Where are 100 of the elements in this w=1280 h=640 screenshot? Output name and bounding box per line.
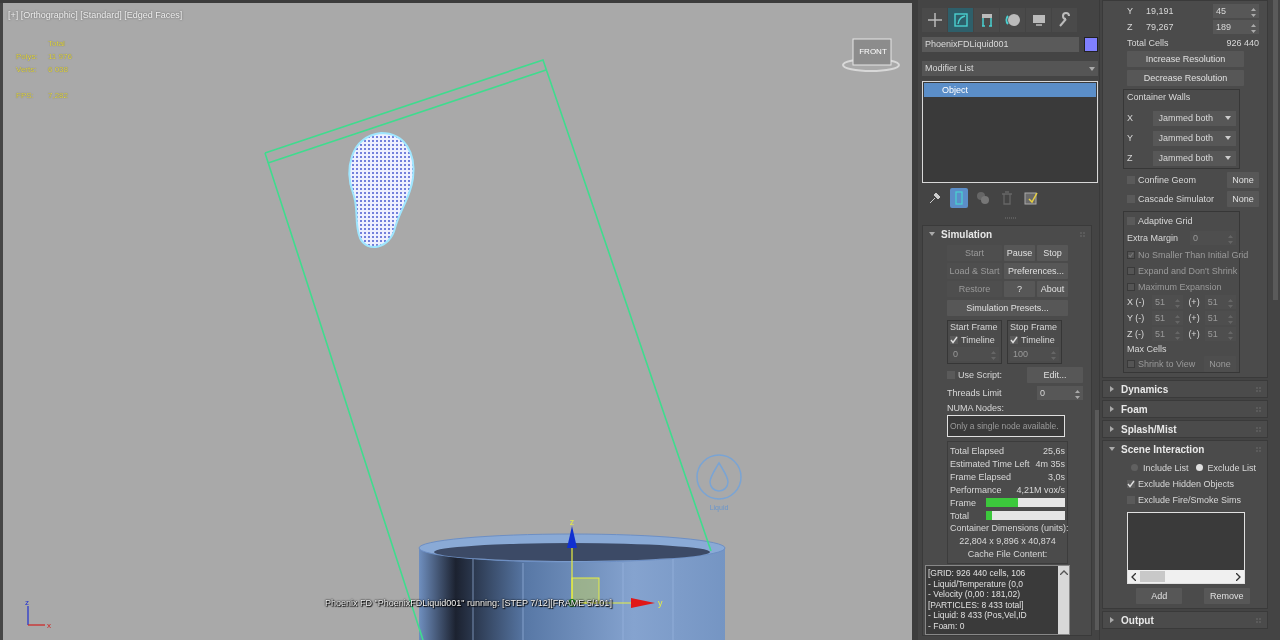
rollout-header[interactable]: Dynamics	[1103, 381, 1267, 397]
spinner-icon	[1175, 315, 1181, 324]
scroll-right-icon[interactable]	[1236, 572, 1241, 581]
command-panel-tab[interactable]	[974, 8, 999, 32]
command-panel-tab[interactable]	[922, 8, 947, 32]
checkbox[interactable]	[1127, 250, 1135, 259]
cache-content-line: [GRID: 926 440 cells, 106	[928, 568, 1027, 579]
threads-limit-field[interactable]: 0	[1037, 386, 1083, 400]
expand-arrow-icon[interactable]	[1109, 426, 1115, 432]
command-panel-tab[interactable]	[948, 8, 973, 32]
numa-nodes-field[interactable]: Only a single node available.	[947, 415, 1065, 437]
spinner-icon	[1175, 299, 1181, 308]
total-cells-value: 926 440	[1226, 38, 1259, 48]
pick-object-button[interactable]: None	[1227, 172, 1259, 188]
list-action-button[interactable]: Add	[1136, 588, 1183, 604]
spinner-icon	[1251, 24, 1256, 33]
stats-label: Polys:	[16, 51, 39, 63]
radio-button[interactable]	[1195, 464, 1203, 471]
expand-arrow-icon[interactable]	[1109, 617, 1115, 623]
cache-content-line: - Liquid/Temperature (0,0	[928, 578, 1024, 589]
object-list[interactable]	[1127, 512, 1245, 584]
caret-icon	[1225, 156, 1231, 160]
modifier-list-dropdown[interactable]: Modifier List	[922, 61, 1098, 76]
cell-count-field[interactable]: 45	[1213, 4, 1259, 18]
total-cells-label: Total Cells	[1127, 38, 1170, 48]
axis-label: Z	[1127, 22, 1134, 32]
scroll-left-icon[interactable]	[1131, 572, 1136, 581]
checkbox-label: Maximum Expansion	[1138, 281, 1222, 292]
max-cells-label: Max Cells	[1127, 344, 1168, 354]
rollout-header[interactable]: Splash/Mist	[1103, 421, 1267, 437]
rollout-title[interactable]: Simulation	[941, 228, 1074, 240]
command-panel-tab[interactable]	[1052, 8, 1077, 32]
simulation-button[interactable]: Preferences...	[1004, 263, 1068, 279]
collapse-arrow-icon[interactable]	[1109, 446, 1115, 452]
stats-label: Verts:	[16, 64, 38, 76]
stat-value: 4m 35s	[1035, 458, 1065, 469]
viewcube-drawing[interactable]	[842, 38, 900, 72]
object-name-field[interactable]: PhoenixFDLiquid001	[922, 37, 1079, 52]
scroll-up-icon[interactable]	[1059, 570, 1068, 575]
axis-label: X	[1127, 113, 1134, 123]
cache-content-line: - Foam: 0	[928, 620, 966, 631]
simulation-presets-button[interactable]: Simulation Presets...	[947, 300, 1068, 316]
cell-count-field[interactable]: 189	[1213, 20, 1259, 34]
fps-label: FPS:	[16, 90, 35, 102]
scrollbar[interactable]	[1058, 566, 1069, 634]
collapse-arrow-icon[interactable]	[929, 231, 935, 237]
wrench-icon	[1056, 12, 1073, 28]
wall-mode-dropdown[interactable]: Jammed both	[1153, 130, 1236, 146]
checkbox-label: Exclude Fire/Smoke Sims	[1138, 494, 1242, 505]
rollout-header[interactable]: Scene Interaction	[1103, 441, 1267, 457]
fps-value: 7,282	[48, 90, 70, 102]
list-action-button[interactable]: Remove	[1203, 588, 1250, 604]
grid-size-value: 19,191	[1146, 6, 1175, 16]
object-color-swatch[interactable]	[1084, 37, 1098, 52]
expand-arrow-icon[interactable]	[1109, 406, 1115, 412]
stat-value: 25,6s	[1042, 445, 1065, 456]
modifier-stack-item[interactable]: Object	[924, 83, 1096, 97]
command-panel-tab[interactable]	[1000, 8, 1025, 32]
wall-mode-dropdown[interactable]: Jammed both	[1153, 110, 1236, 126]
expansion-label: (+)	[1188, 297, 1200, 307]
simulation-button[interactable]: About	[1037, 281, 1068, 297]
caret-icon	[1225, 116, 1231, 120]
modify-icon	[952, 12, 969, 28]
pick-object-button[interactable]: None	[1227, 191, 1259, 207]
expand-arrow-icon[interactable]	[1109, 386, 1115, 392]
spheres-icon	[976, 191, 990, 205]
simulation-button[interactable]: Pause	[1004, 245, 1035, 261]
spinner-icon	[1075, 390, 1080, 399]
grid-size-value: 79,267	[1146, 22, 1175, 32]
simulation-button[interactable]: ?	[1004, 281, 1035, 297]
progress-label: Total	[950, 510, 970, 521]
checkbox[interactable]	[1127, 359, 1135, 368]
scrollbar-thumb[interactable]	[1140, 571, 1165, 582]
rollout-header[interactable]: Simulation	[923, 226, 1091, 242]
rollout-title[interactable]: Scene Interaction	[1121, 443, 1250, 455]
cache-content-line: [PARTICLES: 8 433 total]	[928, 599, 1025, 610]
expansion-label: X (-)	[1127, 297, 1146, 307]
command-panel-tab[interactable]	[1026, 8, 1051, 32]
stat-value: 3,0s	[1048, 471, 1065, 482]
checkbox[interactable]	[1127, 266, 1135, 275]
cache-file-content-label: Cache File Content:	[966, 548, 1049, 561]
rollout-header[interactable]: Output	[1103, 612, 1267, 628]
axis-label: y	[658, 598, 663, 608]
stat-label: Estimated Time Left	[950, 458, 1030, 469]
cache-content-line: - Velocity (0,00 : 181,02)	[928, 589, 1022, 600]
rollout-header[interactable]: Foam	[1103, 401, 1267, 417]
simulation-button[interactable]: Stop	[1037, 245, 1068, 261]
expansion-label: Z (-)	[1127, 329, 1145, 339]
stat-label: Performance	[950, 484, 1002, 495]
liquid-helper-icon	[696, 454, 742, 500]
wall-mode-dropdown[interactable]: Jammed both	[1153, 150, 1236, 166]
resolution-button[interactable]: Increase Resolution	[1127, 51, 1244, 67]
stat-value: 4,21M vox/s	[1016, 484, 1065, 495]
resolution-button[interactable]: Decrease Resolution	[1127, 70, 1244, 86]
checkbox-label: Adaptive Grid	[1138, 216, 1193, 226]
scrollbar[interactable]	[1128, 570, 1244, 583]
axis-label: x	[47, 621, 51, 630]
edit-script-button[interactable]: Edit...	[1027, 367, 1083, 383]
checkbox[interactable]	[1127, 282, 1135, 291]
progress-label: Frame	[950, 497, 977, 508]
